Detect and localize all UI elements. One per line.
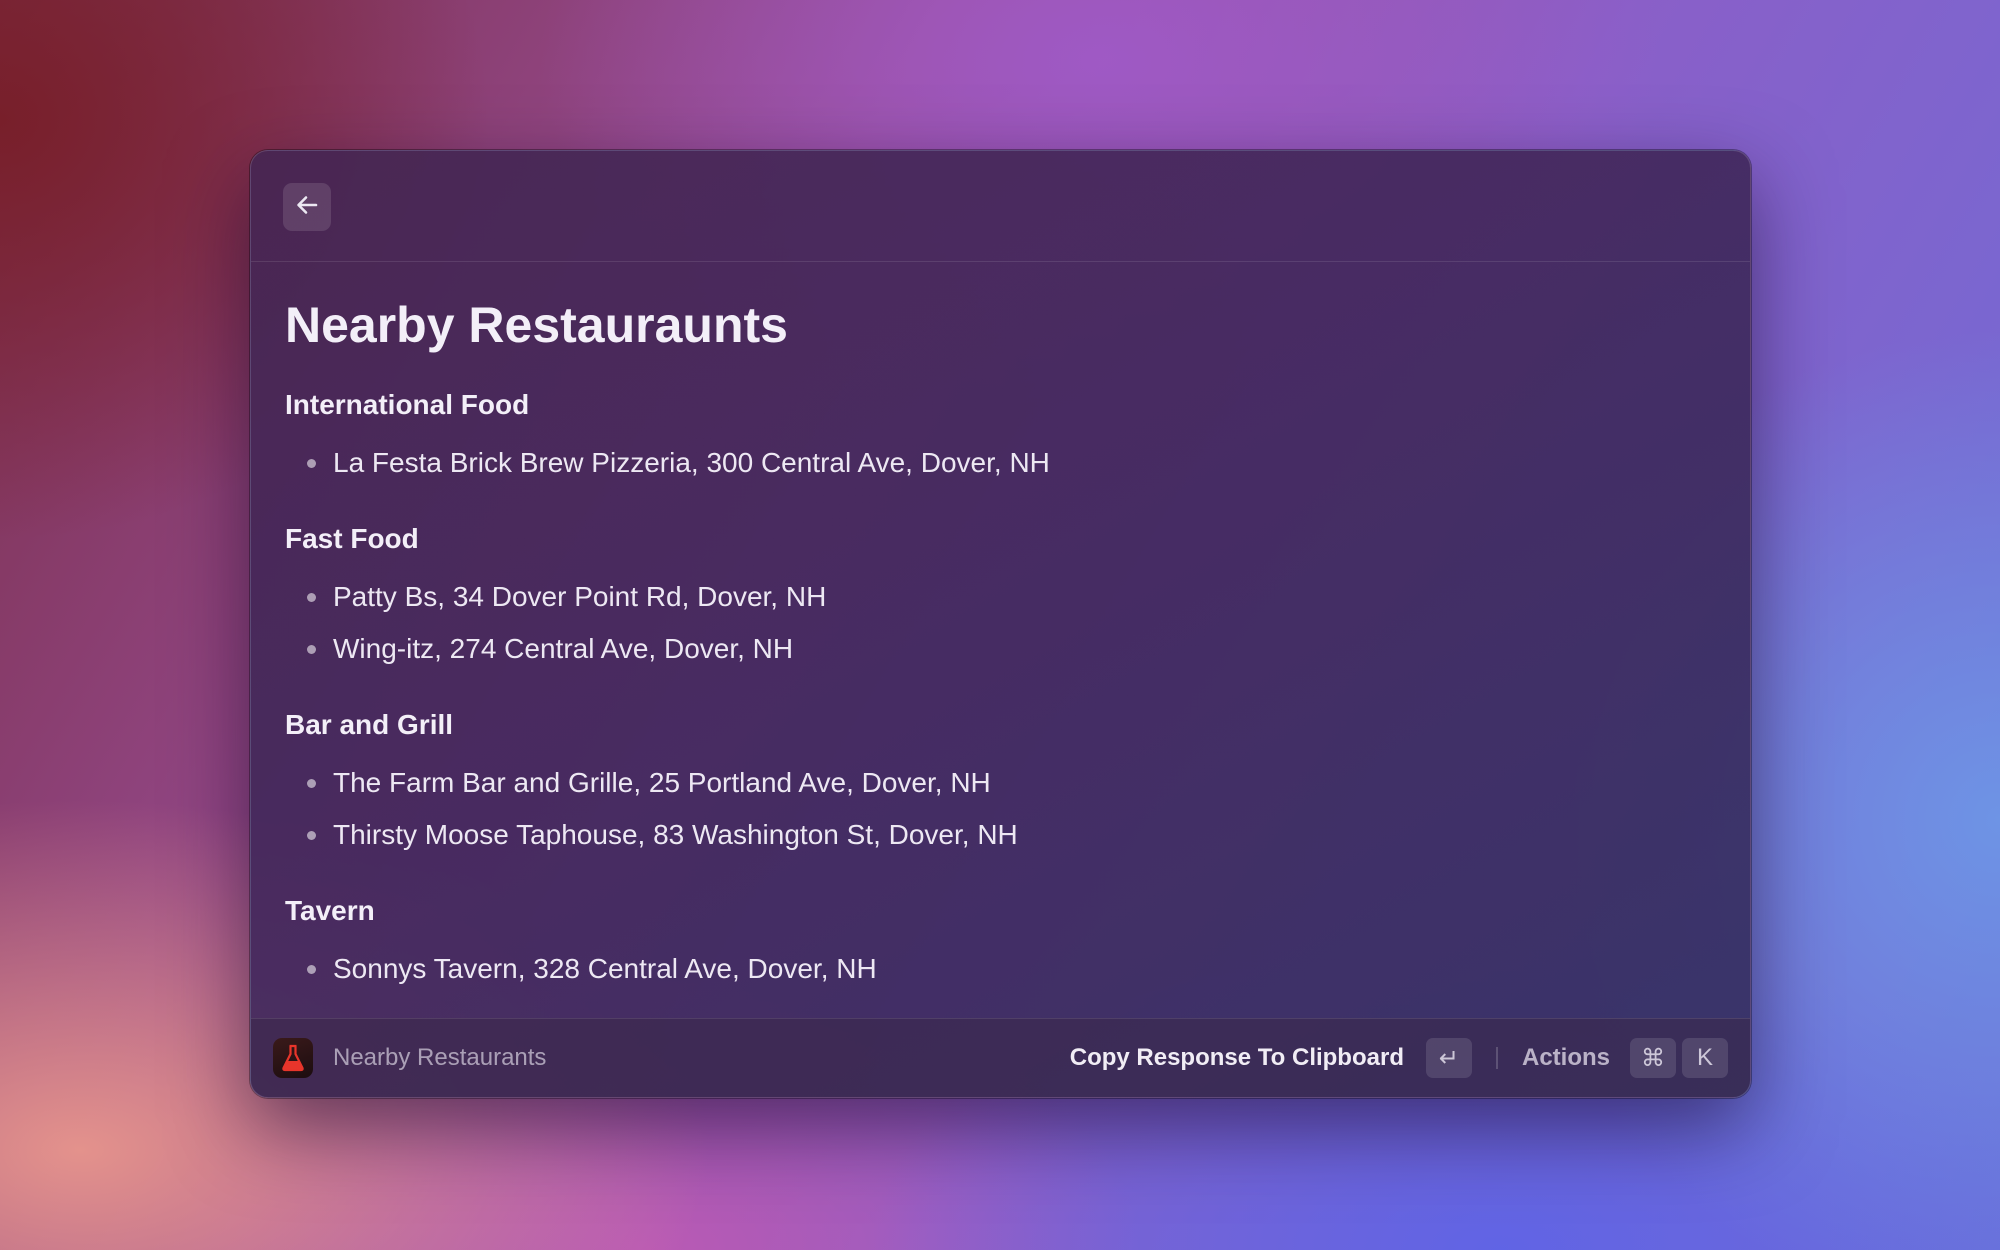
bullet bbox=[307, 779, 316, 788]
arrow-left-icon bbox=[294, 192, 320, 223]
command-key-hint: ⌘ bbox=[1630, 1038, 1676, 1078]
section-international-food: International Food La Festa Brick Brew P… bbox=[285, 385, 1716, 489]
list-item: Thirsty Moose Taphouse, 83 Washington St… bbox=[285, 809, 1716, 861]
section-bar-and-grill: Bar and Grill The Farm Bar and Grille, 2… bbox=[285, 705, 1716, 861]
bullet bbox=[307, 645, 316, 654]
list-item-text: The Farm Bar and Grille, 25 Portland Ave… bbox=[333, 767, 991, 798]
section-tavern: Tavern Sonnys Tavern, 328 Central Ave, D… bbox=[285, 891, 1716, 995]
bullet bbox=[307, 593, 316, 602]
back-button[interactable] bbox=[283, 183, 331, 231]
list-item: Wing-itz, 274 Central Ave, Dover, NH bbox=[285, 623, 1716, 675]
list-item-text: Thirsty Moose Taphouse, 83 Washington St… bbox=[333, 819, 1018, 850]
section-title: Tavern bbox=[285, 895, 375, 926]
flask-icon bbox=[273, 1038, 313, 1078]
list-item-text: Patty Bs, 34 Dover Point Rd, Dover, NH bbox=[333, 581, 827, 612]
extension-title: Nearby Restaurants bbox=[333, 1044, 547, 1071]
command-window: Nearby Restauraunts International Food L… bbox=[250, 150, 1751, 1098]
list-item: La Festa Brick Brew Pizzeria, 300 Centra… bbox=[285, 437, 1716, 489]
page-title: Nearby Restauraunts bbox=[285, 297, 788, 353]
bullet bbox=[307, 459, 316, 468]
section-title: International Food bbox=[285, 389, 530, 420]
list-item: Patty Bs, 34 Dover Point Rd, Dover, NH bbox=[285, 571, 1716, 623]
list-item: The Farm Bar and Grille, 25 Portland Ave… bbox=[285, 757, 1716, 809]
restaurant-list: Patty Bs, 34 Dover Point Rd, Dover, NH W… bbox=[285, 571, 1716, 675]
k-key-hint: K bbox=[1682, 1038, 1728, 1078]
list-item-text: Sonnys Tavern, 328 Central Ave, Dover, N… bbox=[333, 953, 877, 984]
section-title: Fast Food bbox=[285, 523, 419, 554]
restaurant-list: Sonnys Tavern, 328 Central Ave, Dover, N… bbox=[285, 943, 1716, 995]
divider bbox=[1495, 1047, 1498, 1069]
enter-key-hint: ↵ bbox=[1425, 1038, 1472, 1078]
response-content: Nearby Restauraunts International Food L… bbox=[285, 271, 1716, 995]
copy-response-button[interactable]: Copy Response To Clipboard bbox=[1070, 1044, 1404, 1072]
action-bar: Nearby Restaurants Copy Response To Clip… bbox=[251, 1018, 1750, 1097]
bullet bbox=[307, 965, 316, 974]
restaurant-list: La Festa Brick Brew Pizzeria, 300 Centra… bbox=[285, 437, 1716, 489]
list-item-text: Wing-itz, 274 Central Ave, Dover, NH bbox=[333, 633, 794, 664]
restaurant-list: The Farm Bar and Grille, 25 Portland Ave… bbox=[285, 757, 1716, 861]
section-title: Bar and Grill bbox=[285, 709, 454, 740]
list-item: Sonnys Tavern, 328 Central Ave, Dover, N… bbox=[285, 943, 1716, 995]
bullet bbox=[307, 831, 316, 840]
top-bar bbox=[251, 151, 1750, 262]
section-fast-food: Fast Food Patty Bs, 34 Dover Point Rd, D… bbox=[285, 519, 1716, 675]
actions-button[interactable]: Actions bbox=[1522, 1044, 1610, 1072]
list-item-text: La Festa Brick Brew Pizzeria, 300 Centra… bbox=[333, 447, 1050, 478]
